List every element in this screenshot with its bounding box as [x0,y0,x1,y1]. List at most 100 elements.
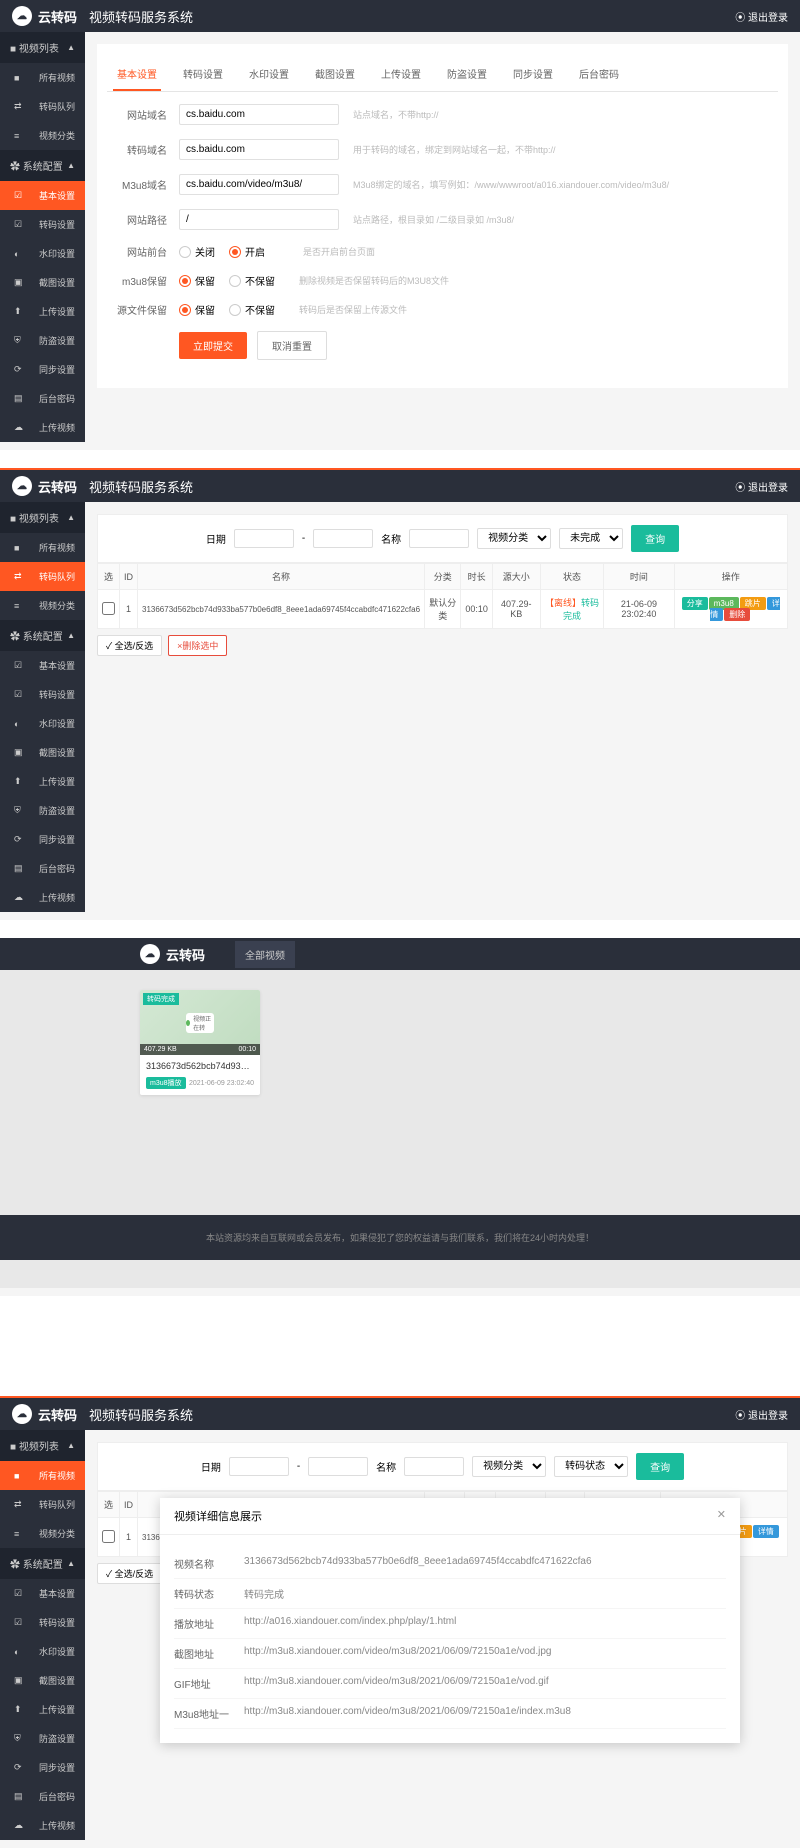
sidebar-upload-video[interactable]: ☁ 上传视频 [0,413,85,442]
sidebar-password[interactable]: ▤ 后台密码 [0,1782,85,1811]
tab-password[interactable]: 后台密码 [575,58,623,91]
tab-upload[interactable]: 上传设置 [377,58,425,91]
sidebar-upload-video[interactable]: ☁ 上传视频 [0,1811,85,1840]
radio-front-off[interactable]: 关闭 [179,244,215,259]
input-name[interactable] [404,1457,464,1476]
sidebar-sync[interactable]: ⟳ 同步设置 [0,825,85,854]
sidebar-group-video[interactable]: ■ 视频列表▲ [0,1430,85,1461]
tab-transcode[interactable]: 转码设置 [179,58,227,91]
video-table: 选 ID 名称 分类 时长 源大小 状态 时间 操作 1 3136673d562… [97,563,788,629]
radio-source-keep[interactable]: 保留 [179,302,215,317]
sidebar-screenshot[interactable]: ▣ 截图设置 [0,738,85,767]
select-status[interactable]: 转码状态 [554,1456,628,1477]
action-分享[interactable]: 分享 [682,597,708,610]
sidebar-category[interactable]: ≡ 视频分类 [0,121,85,150]
input-date-from[interactable] [229,1457,289,1476]
sidebar-upload-video[interactable]: ☁ 上传视频 [0,883,85,912]
hint-m3u8-keep: 删除视频是否保留转码后的M3U8文件 [299,274,449,287]
logout-link[interactable]: ⦿ 退出登录 [735,1407,788,1422]
sidebar-upload[interactable]: ⬆ 上传设置 [0,1695,85,1724]
sidebar-queue[interactable]: ⇄ 转码队列 [0,562,85,591]
sidebar-group-config[interactable]: ✿ 系统配置▲ [0,1548,85,1579]
select-category[interactable]: 视频分类 [472,1456,546,1477]
modal-value: http://m3u8.xiandouer.com/video/m3u8/202… [244,1646,726,1661]
nav-all-videos[interactable]: 全部视频 [235,941,295,968]
sidebar-queue[interactable]: ⇄ 转码队列 [0,92,85,121]
sidebar-basic[interactable]: ☑ 基本设置 [0,181,85,210]
video-card[interactable]: 转码完成 视频正在转 407.29 KB00:10 3136673d562bcb… [140,990,260,1095]
input-name[interactable] [409,529,469,548]
sidebar-all-videos[interactable]: ■ 所有视频 [0,533,85,562]
query-button[interactable]: 查询 [631,525,679,552]
sidebar-antisteal[interactable]: ⛨ 防盗设置 [0,796,85,825]
sidebar-watermark[interactable]: ◐ 水印设置 [0,239,85,268]
sidebar-all-videos[interactable]: ■ 所有视频 [0,1461,85,1490]
sidebar-group-config[interactable]: ✿ 系统配置▲ [0,150,85,181]
th-dur: 时长 [461,564,493,590]
sidebar-password[interactable]: ▤ 后台密码 [0,854,85,883]
modal-value: http://a016.xiandouer.com/index.php/play… [244,1616,726,1631]
tab-watermark[interactable]: 水印设置 [245,58,293,91]
tab-screenshot[interactable]: 截图设置 [311,58,359,91]
input-date-to[interactable] [308,1457,368,1476]
input-trans-domain[interactable] [179,139,339,160]
sidebar-screenshot[interactable]: ▣ 截图设置 [0,1666,85,1695]
radio-m3u8-nokeep[interactable]: 不保留 [229,273,275,288]
sidebar-all-videos[interactable]: ■ 所有视频 [0,63,85,92]
sidebar-sync[interactable]: ⟳ 同步设置 [0,1753,85,1782]
hint-trans-domain: 用于转码的域名，绑定到网站域名一起，不带http:// [353,143,556,156]
sidebar-category[interactable]: ≡ 视频分类 [0,591,85,620]
sidebar-antisteal[interactable]: ⛨ 防盗设置 [0,1724,85,1753]
row-checkbox[interactable] [102,602,115,615]
select-status[interactable]: 未完成 [559,528,623,549]
delete-selected-button[interactable]: ×删除选中 [168,635,227,656]
sidebar-upload[interactable]: ⬆ 上传设置 [0,297,85,326]
reset-button[interactable]: 取消重置 [257,331,327,360]
sidebar-basic[interactable]: ☑ 基本设置 [0,1579,85,1608]
sidebar-transcode[interactable]: ☑ 转码设置 [0,1608,85,1637]
input-site-domain[interactable] [179,104,339,125]
sidebar-password[interactable]: ▤ 后台密码 [0,384,85,413]
action-删除[interactable]: 删除 [724,608,750,621]
sidebar-category[interactable]: ≡ 视频分类 [0,1519,85,1548]
select-all-button[interactable]: ✓ 全选/反选 [97,635,162,656]
card-badge[interactable]: m3u8播放 [146,1077,186,1089]
modal-close-button[interactable]: ✕ [717,1508,726,1524]
sidebar-basic[interactable]: ☑ 基本设置 [0,651,85,680]
modal-label: 播放地址 [174,1616,244,1631]
card-duration: 00:10 [238,1046,256,1053]
sidebar-watermark[interactable]: ◐ 水印设置 [0,709,85,738]
radio-m3u8-keep[interactable]: 保留 [179,273,215,288]
tab-basic[interactable]: 基本设置 [113,58,161,91]
sidebar-group-video[interactable]: ■ 视频列表▲ [0,32,85,63]
sidebar-queue[interactable]: ⇄ 转码队列 [0,1490,85,1519]
input-date-to[interactable] [313,529,373,548]
sidebar-group-video[interactable]: ■ 视频列表▲ [0,502,85,533]
sidebar-antisteal[interactable]: ⛨ 防盗设置 [0,326,85,355]
logout-link[interactable]: ⦿ 退出登录 [735,479,788,494]
logout-link[interactable]: ⦿ 退出登录 [735,9,788,24]
radio-source-nokeep[interactable]: 不保留 [229,302,275,317]
select-all-button[interactable]: ✓ 全选/反选 [97,1563,162,1584]
select-category[interactable]: 视频分类 [477,528,551,549]
sidebar-watermark[interactable]: ◐ 水印设置 [0,1637,85,1666]
tab-antisteal[interactable]: 防盗设置 [443,58,491,91]
action-详情[interactable]: 详情 [753,1525,779,1538]
sidebar-screenshot[interactable]: ▣ 截图设置 [0,268,85,297]
sidebar-transcode[interactable]: ☑ 转码设置 [0,680,85,709]
query-button[interactable]: 查询 [636,1453,684,1480]
input-m3u8-domain[interactable] [179,174,339,195]
input-site-path[interactable] [179,209,339,230]
modal-label: 截图地址 [174,1646,244,1661]
input-date-from[interactable] [234,529,294,548]
submit-button[interactable]: 立即提交 [179,332,247,359]
tab-sync[interactable]: 同步设置 [509,58,557,91]
sidebar-group-config[interactable]: ✿ 系统配置▲ [0,620,85,651]
radio-front-on[interactable]: 开启 [229,244,265,259]
logo: ☁云转码 [140,944,205,964]
th-name: 名称 [138,564,425,590]
sidebar-sync[interactable]: ⟳ 同步设置 [0,355,85,384]
sidebar-upload[interactable]: ⬆ 上传设置 [0,767,85,796]
row-checkbox[interactable] [102,1530,115,1543]
sidebar-transcode[interactable]: ☑ 转码设置 [0,210,85,239]
